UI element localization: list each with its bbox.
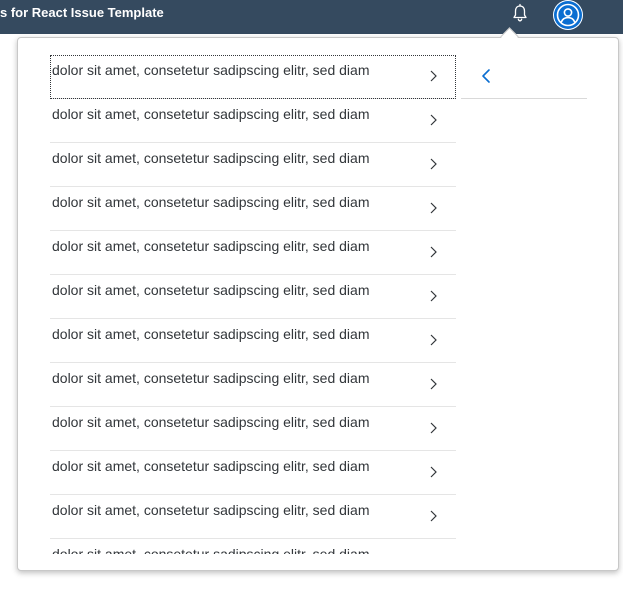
bell-icon[interactable] — [510, 3, 530, 23]
notifications-popover: dolor sit amet, consetetur sadipscing el… — [17, 37, 619, 571]
list-item[interactable]: dolor sit amet, consetetur sadipscing el… — [50, 495, 456, 539]
chevron-right-icon — [428, 69, 440, 83]
list-item[interactable]: dolor sit amet, consetetur sadipscing el… — [50, 319, 456, 363]
list-item[interactable]: dolor sit amet, consetetur sadipscing el… — [50, 275, 456, 319]
shellbar: s for React Issue Template — [0, 0, 623, 34]
chevron-right-icon — [428, 553, 440, 554]
list-item[interactable]: dolor sit amet, consetetur sadipscing el… — [50, 451, 456, 495]
list-item-text: dolor sit amet, consetetur sadipscing el… — [52, 194, 370, 210]
chevron-right-icon — [428, 333, 440, 347]
chevron-right-icon — [428, 377, 440, 391]
detail-header — [461, 55, 587, 99]
list-item[interactable]: dolor sit amet, consetetur sadipscing el… — [50, 539, 456, 554]
chevron-right-icon — [428, 509, 440, 523]
list-item-text: dolor sit amet, consetetur sadipscing el… — [52, 62, 370, 78]
list-item-text: dolor sit amet, consetetur sadipscing el… — [52, 502, 370, 518]
list-item-text: dolor sit amet, consetetur sadipscing el… — [52, 370, 370, 386]
list-item-text: dolor sit amet, consetetur sadipscing el… — [52, 546, 370, 554]
app-title[interactable]: s for React Issue Template — [0, 5, 164, 21]
list-item[interactable]: dolor sit amet, consetetur sadipscing el… — [50, 231, 456, 275]
list-item[interactable]: dolor sit amet, consetetur sadipscing el… — [50, 55, 456, 99]
list-item-text: dolor sit amet, consetetur sadipscing el… — [52, 326, 370, 342]
chevron-right-icon — [428, 157, 440, 171]
chevron-right-icon — [428, 289, 440, 303]
list-item-text: dolor sit amet, consetetur sadipscing el… — [52, 106, 370, 122]
list-item[interactable]: dolor sit amet, consetetur sadipscing el… — [50, 407, 456, 451]
chevron-left-icon[interactable] — [479, 66, 495, 86]
chevron-right-icon — [428, 201, 440, 215]
list-item-text: dolor sit amet, consetetur sadipscing el… — [52, 282, 370, 298]
list-item-text: dolor sit amet, consetetur sadipscing el… — [52, 414, 370, 430]
chevron-right-icon — [428, 113, 440, 127]
list-item[interactable]: dolor sit amet, consetetur sadipscing el… — [50, 143, 456, 187]
list-item-text: dolor sit amet, consetetur sadipscing el… — [52, 238, 370, 254]
chevron-right-icon — [428, 465, 440, 479]
user-avatar-icon[interactable] — [553, 0, 583, 30]
list-item[interactable]: dolor sit amet, consetetur sadipscing el… — [50, 99, 456, 143]
popover-list[interactable]: dolor sit amet, consetetur sadipscing el… — [50, 55, 456, 554]
list-item[interactable]: dolor sit amet, consetetur sadipscing el… — [50, 187, 456, 231]
list-item[interactable]: dolor sit amet, consetetur sadipscing el… — [50, 363, 456, 407]
list-item-text: dolor sit amet, consetetur sadipscing el… — [52, 458, 370, 474]
chevron-right-icon — [428, 245, 440, 259]
list-item-text: dolor sit amet, consetetur sadipscing el… — [52, 150, 370, 166]
chevron-right-icon — [428, 421, 440, 435]
